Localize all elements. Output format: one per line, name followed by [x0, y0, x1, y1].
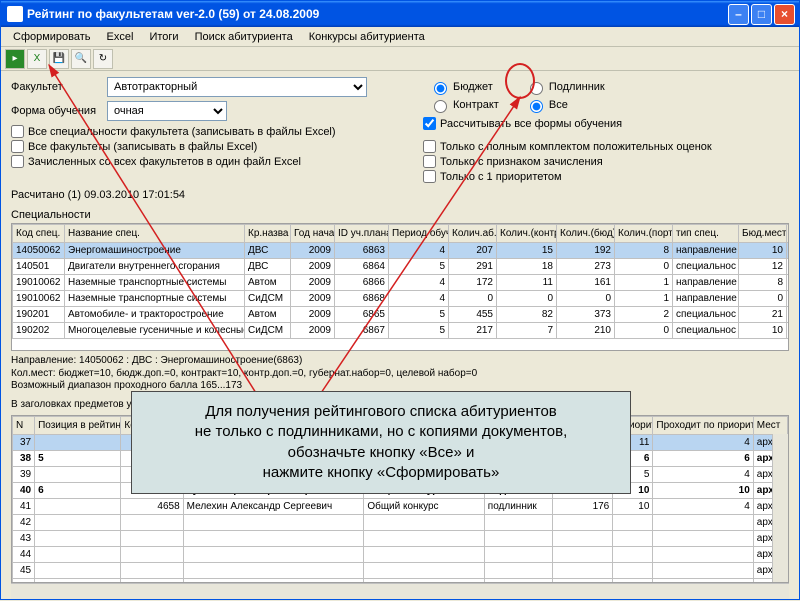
tool-refresh-icon[interactable]: ↻ — [93, 49, 113, 69]
col-kolport[interactable]: Колич.(порта — [615, 225, 673, 243]
col-kontmest[interactable]: Конт.мест — [787, 225, 790, 243]
applicant-row[interactable]: 414658Мелехин Александр СергеевичОбщий к… — [13, 499, 788, 515]
col-proh[interactable]: Проходит по приоритету — [653, 417, 753, 435]
applicant-row[interactable]: 44архи — [13, 547, 788, 563]
annotation-note: Для получения рейтингового списка абитур… — [131, 391, 631, 494]
radio-vse[interactable]: Все — [525, 97, 605, 113]
col-kod[interactable]: Код спец. — [13, 225, 65, 243]
applicant-row[interactable]: 45архи — [13, 563, 788, 579]
col-kr[interactable]: Кр.назва — [245, 225, 291, 243]
toolbar: ▸ X 💾 🔍 ↻ — [1, 47, 799, 71]
minimize-button[interactable]: – — [728, 4, 749, 25]
col-god[interactable]: Год нача — [291, 225, 335, 243]
applicant-row[interactable]: 42архи — [13, 515, 788, 531]
mid-line1: Направление: 14050062 : ДВС : Энергомаши… — [11, 355, 789, 368]
menu-konkursy[interactable]: Конкурсы абитуриента — [301, 29, 433, 45]
radio-podlinnik[interactable]: Подлинник — [525, 79, 605, 95]
vscrollbar[interactable] — [772, 434, 788, 582]
note-l3: обозначьте кнопку «Все» и — [146, 443, 616, 463]
window-title: Рейтинг по факультетам ver-2.0 (59) от 2… — [27, 7, 726, 21]
menu-poisk[interactable]: Поиск абитуриента — [187, 29, 301, 45]
maximize-button[interactable]: □ — [751, 4, 772, 25]
spec-section-label: Специальности — [1, 203, 799, 223]
menu-excel[interactable]: Excel — [99, 29, 142, 45]
chk-prior[interactable]: Только с 1 приоритетом — [423, 170, 789, 183]
tool-excel-icon[interactable]: X — [27, 49, 47, 69]
chk-all-spec[interactable]: Все специальности факультета (записывать… — [11, 125, 411, 138]
menu-itogi[interactable]: Итоги — [141, 29, 186, 45]
app-icon — [7, 6, 23, 22]
col-tip[interactable]: тип спец. — [673, 225, 739, 243]
spec-row[interactable]: 190201Автомобиле- и тракторостроениеАвто… — [13, 307, 790, 323]
chk-poln[interactable]: Только с полным комплектом положительных… — [423, 140, 789, 153]
chk-priz[interactable]: Только с признаком зачисления — [423, 155, 789, 168]
tool-save-icon[interactable]: 💾 — [49, 49, 69, 69]
tool-run-icon[interactable]: ▸ — [5, 49, 25, 69]
app-window: Рейтинг по факультетам ver-2.0 (59) от 2… — [0, 0, 800, 600]
faculty-label: Факультет — [11, 81, 101, 93]
applicant-row[interactable]: 467архи — [13, 579, 788, 584]
close-button[interactable]: × — [774, 4, 795, 25]
hscrollbar[interactable] — [11, 583, 789, 599]
col-kolab[interactable]: Колич.аб. — [449, 225, 497, 243]
spec-row[interactable]: 14050062ЭнергомашиностроениеДВС200968634… — [13, 243, 790, 259]
note-l4: нажмите кнопку «Сформировать» — [146, 463, 616, 483]
form-label: Форма обучения — [11, 105, 101, 117]
col-pos[interactable]: Позиция в рейтинг — [35, 417, 121, 435]
chk-rasch[interactable]: Рассчитывать все формы обучения — [423, 117, 622, 130]
applicant-row[interactable]: 43архи — [13, 531, 788, 547]
col-kolbud[interactable]: Колич.(бюд) — [557, 225, 615, 243]
spec-grid: Код спец. Название спец. Кр.назва Год на… — [11, 223, 789, 351]
form-select[interactable]: очная — [107, 101, 227, 121]
status-text: Расчитано (1) 09.03.2010 17:01:54 — [1, 187, 799, 203]
menu-form[interactable]: Сформировать — [5, 29, 99, 45]
titlebar: Рейтинг по факультетам ver-2.0 (59) от 2… — [1, 1, 799, 27]
spec-row[interactable]: 19010062Наземные транспортные системыСиД… — [13, 291, 790, 307]
chk-zach[interactable]: Зачисленных со всех факультетов в один ф… — [11, 155, 411, 168]
mid-line2: Кол.мест: бюджет=10, бюдж.доп.=0, контра… — [11, 368, 789, 381]
spec-row[interactable]: 190202Многоцелевые гусеничные и колесные… — [13, 323, 790, 339]
col-kolkontr[interactable]: Колич.(контр — [497, 225, 557, 243]
spec-row[interactable]: 19010062Наземные транспортные системыАвт… — [13, 275, 790, 291]
doc-group: Подлинник Все — [519, 77, 611, 115]
radio-budget[interactable]: Бюджет — [429, 79, 499, 95]
filter-panel: Факультет Автотракторный Форма обучения … — [1, 71, 799, 187]
col-period[interactable]: Период обуч. — [389, 225, 449, 243]
faculty-select[interactable]: Автотракторный — [107, 77, 367, 97]
tool-search-icon[interactable]: 🔍 — [71, 49, 91, 69]
col-iduch[interactable]: ID уч.плана — [335, 225, 389, 243]
col-n[interactable]: N — [13, 417, 35, 435]
col-budmest[interactable]: Бюд.мест — [739, 225, 787, 243]
note-l1: Для получения рейтингового списка абитур… — [146, 402, 616, 422]
funding-group: Бюджет Контракт — [423, 77, 505, 115]
col-name[interactable]: Название спец. — [65, 225, 245, 243]
chk-all-fak[interactable]: Все факультеты (записывать в файлы Excel… — [11, 140, 411, 153]
spec-header-row: Код спец. Название спец. Кр.назва Год на… — [13, 225, 790, 243]
menubar: Сформировать Excel Итоги Поиск абитуриен… — [1, 27, 799, 47]
radio-contract[interactable]: Контракт — [429, 97, 499, 113]
spec-row[interactable]: 140501Двигатели внутреннего сгоранияДВС2… — [13, 259, 790, 275]
col-mest[interactable]: Мест — [753, 417, 787, 435]
note-l2: не только с подлинниками, но с копиями д… — [146, 422, 616, 442]
